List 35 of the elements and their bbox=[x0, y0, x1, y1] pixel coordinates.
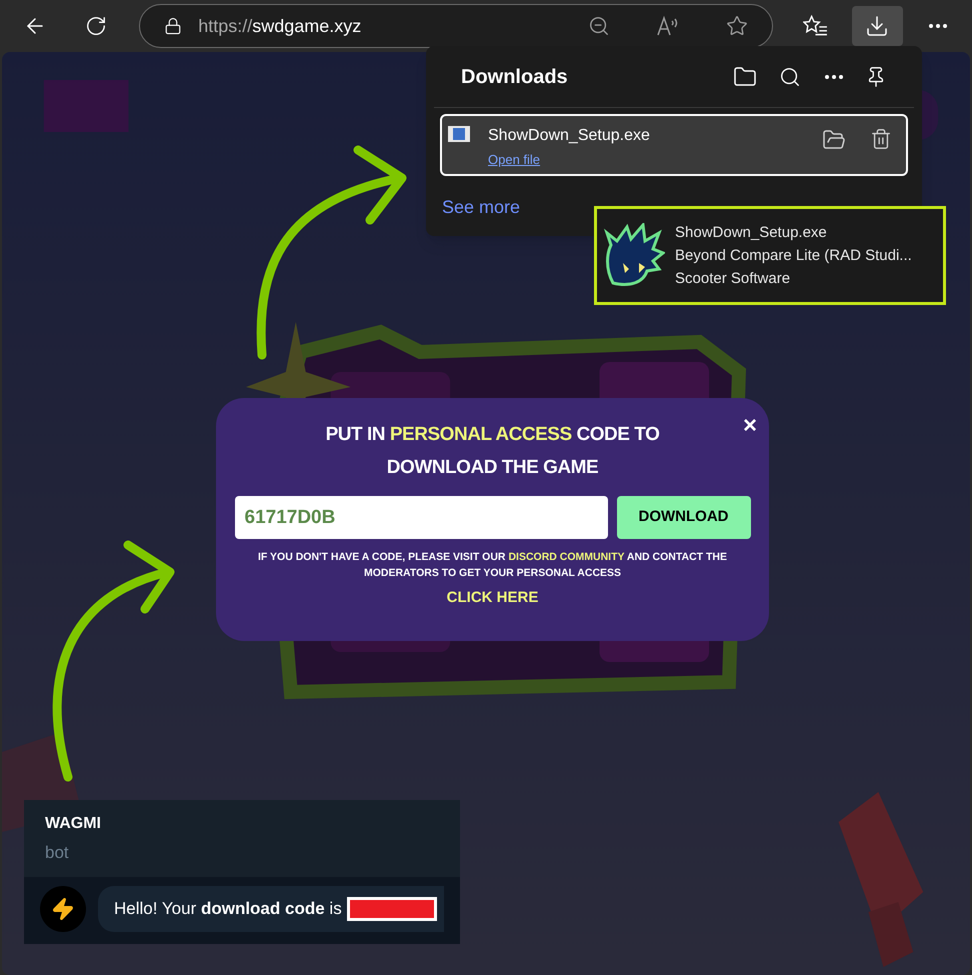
url-text: https://swdgame.xyz bbox=[198, 14, 362, 38]
zoom-out-icon[interactable] bbox=[588, 15, 610, 37]
downloads-button[interactable] bbox=[852, 6, 904, 46]
chat-role: bot bbox=[45, 842, 70, 864]
tooltip-description: Beyond Compare Lite (RAD Studi... bbox=[675, 246, 912, 266]
folder-icon[interactable] bbox=[733, 64, 757, 88]
more-icon[interactable] bbox=[825, 74, 843, 78]
delete-icon[interactable] bbox=[870, 128, 892, 150]
refresh-icon bbox=[84, 15, 107, 37]
chat-name: WAGMI bbox=[45, 814, 102, 834]
downloads-title: Downloads bbox=[461, 64, 568, 90]
download-item[interactable]: ShowDown_Setup.exe Open file bbox=[440, 114, 908, 176]
favorites-icon[interactable] bbox=[802, 14, 828, 38]
tooltip-publisher: Scooter Software bbox=[675, 269, 792, 289]
close-button[interactable]: × bbox=[742, 414, 757, 438]
lightning-icon bbox=[51, 897, 75, 921]
download-button[interactable]: DOWNLOAD bbox=[616, 496, 750, 539]
tooltip-filename: ShowDown_Setup.exe bbox=[675, 223, 828, 243]
search-icon[interactable] bbox=[779, 66, 801, 88]
favorite-star-icon[interactable] bbox=[726, 15, 748, 37]
address-bar[interactable]: https://swdgame.xyz bbox=[139, 4, 773, 48]
see-more-link[interactable]: See more bbox=[442, 194, 520, 221]
code-input-field[interactable]: 61717D0B bbox=[234, 496, 608, 539]
file-icon bbox=[448, 126, 470, 142]
open-file-link[interactable]: Open file bbox=[488, 150, 650, 170]
download-icon bbox=[865, 14, 890, 38]
creature-logo-icon bbox=[603, 222, 665, 288]
help-text: IF YOU DON'T HAVE A CODE, PLEASE VISIT OUR DISCORD COMMUNITY AND CONTACT THE MODERATORS TO GET YOUR PERSONAL ACCESS bbox=[256, 550, 728, 581]
lock-icon bbox=[164, 17, 182, 35]
more-icon bbox=[928, 24, 947, 28]
dialog-title: PUT IN PERSONAL ACCESS CODE TO DOWNLOAD THE GAME bbox=[324, 423, 660, 480]
message-text: Hello! Your download code is bbox=[114, 898, 342, 920]
read-aloud-icon[interactable] bbox=[656, 15, 680, 37]
click-here-link[interactable]: CLICK HERE bbox=[446, 587, 538, 610]
file-name: ShowDown_Setup.exe bbox=[488, 126, 650, 146]
